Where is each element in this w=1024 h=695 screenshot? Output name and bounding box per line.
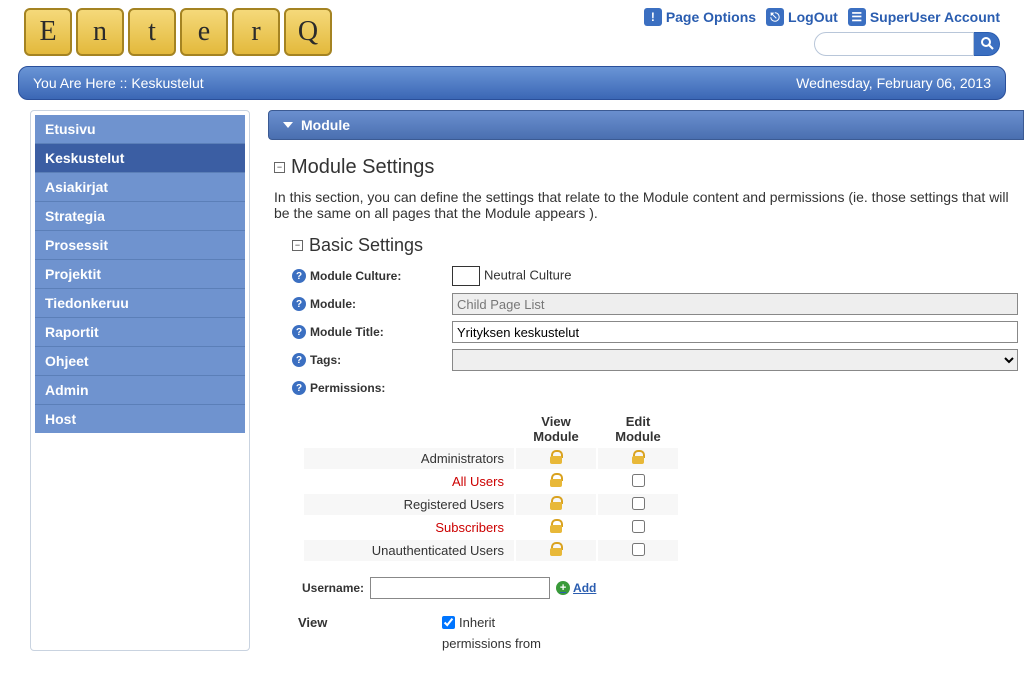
search-box bbox=[644, 32, 1000, 56]
sidebar: Etusivu Keskustelut Asiakirjat Strategia… bbox=[30, 110, 250, 651]
logout-link[interactable]: ⎋LogOut bbox=[766, 8, 838, 26]
module-culture-value: Neutral Culture bbox=[452, 266, 1018, 286]
module-title-label: ?Module Title: bbox=[292, 325, 452, 339]
basic-settings-title: −Basic Settings bbox=[292, 235, 1018, 256]
lock-icon[interactable] bbox=[549, 496, 563, 510]
sidebar-item-strategia[interactable]: Strategia bbox=[35, 202, 245, 231]
perm-col-view: ViewModule bbox=[516, 412, 596, 446]
inherit-checkbox[interactable] bbox=[442, 616, 455, 629]
permissions-table: ViewModule EditModule Administrators All… bbox=[302, 410, 680, 563]
page-options-link[interactable]: !Page Options bbox=[644, 8, 756, 26]
lock-icon[interactable] bbox=[549, 450, 563, 464]
lock-icon[interactable] bbox=[549, 473, 563, 487]
user-icon: ☰ bbox=[848, 8, 866, 26]
sidebar-item-prosessit[interactable]: Prosessit bbox=[35, 231, 245, 260]
perm-checkbox[interactable] bbox=[632, 474, 645, 487]
sidebar-item-admin[interactable]: Admin bbox=[35, 376, 245, 405]
perm-checkbox[interactable] bbox=[632, 543, 645, 556]
username-input[interactable] bbox=[370, 577, 550, 599]
help-icon[interactable]: ? bbox=[292, 381, 306, 395]
module-culture-label: ?Module Culture: bbox=[292, 269, 452, 283]
logout-icon: ⎋ bbox=[766, 8, 784, 26]
module-name-input bbox=[452, 293, 1018, 315]
search-input[interactable] bbox=[814, 32, 974, 56]
sidebar-item-raportit[interactable]: Raportit bbox=[35, 318, 245, 347]
perm-row: Administrators bbox=[304, 448, 678, 469]
account-link[interactable]: ☰SuperUser Account bbox=[848, 8, 1000, 26]
logo: E n t e r Q bbox=[24, 8, 332, 56]
add-user-link[interactable]: +Add bbox=[556, 581, 596, 595]
logo-tile: n bbox=[76, 8, 124, 56]
help-icon[interactable]: ? bbox=[292, 297, 306, 311]
search-button[interactable] bbox=[974, 32, 1000, 56]
breadcrumb: You Are Here :: Keskustelut Wednesday, F… bbox=[18, 66, 1006, 100]
sidebar-item-etusivu[interactable]: Etusivu bbox=[35, 115, 245, 144]
sidebar-item-ohjeet[interactable]: Ohjeet bbox=[35, 347, 245, 376]
flag-icon bbox=[452, 266, 480, 286]
tags-label: ?Tags: bbox=[292, 353, 452, 367]
sidebar-item-host[interactable]: Host bbox=[35, 405, 245, 433]
module-title-input[interactable] bbox=[452, 321, 1018, 343]
permissions-label: ?Permissions: bbox=[292, 381, 452, 395]
logo-tile: r bbox=[232, 8, 280, 56]
collapse-icon[interactable]: − bbox=[292, 240, 303, 251]
module-settings-title: −Module Settings bbox=[274, 156, 1018, 179]
plus-icon: + bbox=[556, 581, 570, 595]
lock-icon[interactable] bbox=[631, 450, 645, 464]
logo-tile: Q bbox=[284, 8, 332, 56]
perm-row: All Users bbox=[304, 471, 678, 492]
sidebar-item-keskustelut[interactable]: Keskustelut bbox=[35, 144, 245, 173]
sidebar-item-projektit[interactable]: Projektit bbox=[35, 260, 245, 289]
help-icon[interactable]: ? bbox=[292, 325, 306, 339]
search-icon bbox=[980, 36, 994, 50]
lock-icon[interactable] bbox=[549, 542, 563, 556]
permissions-from-text: permissions from bbox=[442, 636, 541, 651]
inherit-label: Inherit bbox=[459, 615, 495, 630]
tags-select[interactable] bbox=[452, 349, 1018, 371]
info-icon: ! bbox=[644, 8, 662, 26]
help-icon[interactable]: ? bbox=[292, 269, 306, 283]
perm-row: Subscribers bbox=[304, 517, 678, 538]
sidebar-item-tiedonkeruu[interactable]: Tiedonkeruu bbox=[35, 289, 245, 318]
module-header[interactable]: Module bbox=[268, 110, 1024, 140]
perm-checkbox[interactable] bbox=[632, 497, 645, 510]
sidebar-item-asiakirjat[interactable]: Asiakirjat bbox=[35, 173, 245, 202]
lock-icon[interactable] bbox=[549, 519, 563, 533]
perm-row: Registered Users bbox=[304, 494, 678, 515]
perm-row: Unauthenticated Users bbox=[304, 540, 678, 561]
perm-col-edit: EditModule bbox=[598, 412, 678, 446]
collapse-icon[interactable]: − bbox=[274, 162, 285, 173]
username-label: Username: bbox=[302, 581, 364, 595]
logo-tile: e bbox=[180, 8, 228, 56]
help-icon[interactable]: ? bbox=[292, 353, 306, 367]
logo-tile: E bbox=[24, 8, 72, 56]
date-display: Wednesday, February 06, 2013 bbox=[796, 75, 991, 91]
view-label: View bbox=[292, 615, 422, 630]
perm-checkbox[interactable] bbox=[632, 520, 645, 533]
chevron-down-icon bbox=[283, 122, 293, 128]
logo-tile: t bbox=[128, 8, 176, 56]
module-label: ?Module: bbox=[292, 297, 452, 311]
module-description: In this section, you can define the sett… bbox=[274, 189, 1018, 221]
